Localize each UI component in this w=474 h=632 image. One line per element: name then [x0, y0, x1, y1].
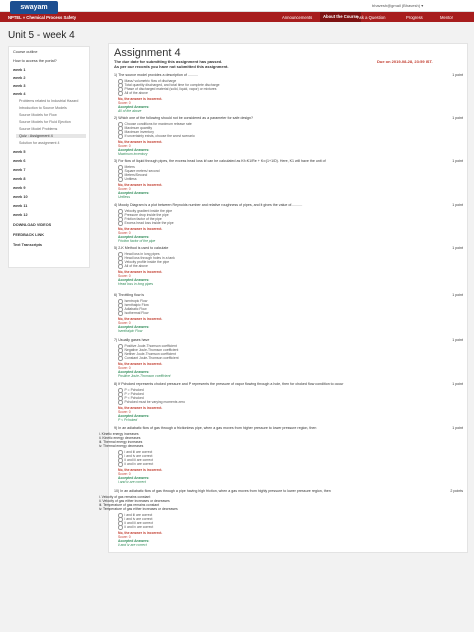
- sidebar-item-feedback-link[interactable]: FEEDBACK LINK: [13, 233, 44, 237]
- question-2-points: 1 point: [452, 116, 463, 120]
- nav-ask-question[interactable]: Ask a Question: [357, 15, 385, 20]
- question-6: 6) Throttling flow is: [114, 293, 145, 297]
- sidebar-item-source-models-flow[interactable]: Source Models for Flow: [19, 113, 57, 117]
- question-7-option-d[interactable]: Constant Joule-Thomson coefficient: [118, 356, 179, 361]
- question-9-option-d[interactable]: ii and iv are correct: [118, 462, 154, 467]
- question-7-points: 1 point: [452, 338, 463, 342]
- question-10-option-d[interactable]: ii and iv are correct: [118, 525, 154, 530]
- nav-mentor[interactable]: Mentor: [440, 15, 453, 20]
- nav-progress[interactable]: Progress: [406, 15, 423, 20]
- sidebar-header: Course outline: [13, 50, 38, 54]
- question-8-accepted-answer: P < Pchoked: [118, 418, 138, 422]
- question-3: 3) For flow of liquid through pipes, the…: [114, 159, 326, 163]
- user-menu[interactable]: bhavesh@gmail (Bhavesh) ▾: [372, 3, 423, 8]
- question-10-points: 2 points: [450, 489, 463, 493]
- question-4: 4) Moody Diagram is a plot between Reyno…: [114, 203, 303, 207]
- assignment-panel: Assignment 4 The due date for submitting…: [99, 43, 468, 553]
- sidebar-item-source-model-problems[interactable]: Source Model Problems: [19, 127, 57, 131]
- swayam-logo[interactable]: swayam: [10, 1, 58, 14]
- not-submitted-note: As per our records you have not submitte…: [114, 64, 229, 69]
- sidebar-item-portal[interactable]: How to access the portal?: [13, 59, 57, 63]
- question-1-accepted-answer: All of the above: [118, 109, 142, 113]
- sidebar-item-week5[interactable]: week 5: [13, 150, 25, 154]
- question-8: 8) If Pchoked represents choked pressure…: [114, 382, 344, 386]
- sidebar-item-solution-assignment4[interactable]: Solution for assignment 4: [19, 141, 60, 145]
- question-7-accepted-answer: Positive Joule-Thomson coefficient: [118, 374, 171, 378]
- sidebar-item-week11[interactable]: week 11: [13, 204, 27, 208]
- question-9: 9) In an adiabatic flow of gas through a…: [114, 426, 317, 430]
- sidebar-item-week9[interactable]: week 9: [13, 186, 25, 190]
- sidebar-item-intro-source-models[interactable]: Introduction to Source Models: [19, 106, 67, 110]
- question-6-points: 1 point: [452, 293, 463, 297]
- sidebar-item-week1[interactable]: week 1: [13, 68, 25, 72]
- sidebar-item-week10[interactable]: week 10: [13, 195, 28, 199]
- question-7: 7) Usually gases have: [114, 338, 150, 342]
- question-10-statement-4: iv. Temperature of gas either increases …: [99, 507, 178, 511]
- course-breadcrumb[interactable]: NPTEL » Chemical Process Safety: [8, 15, 76, 20]
- question-2-option-d[interactable]: If uncertainty exists, choose the worst …: [118, 134, 195, 139]
- due-date: Due on 2019-08-28, 23:59 IST.: [377, 59, 433, 64]
- question-3-option-d[interactable]: Unitless: [118, 177, 137, 182]
- sidebar-item-industrial-hazard[interactable]: Problems related to Industrial Hazard: [19, 99, 78, 103]
- top-bar: swayam bhavesh@gmail (Bhavesh) ▾: [0, 0, 474, 14]
- course-outline-sidebar: Course outline How to access the portal?…: [8, 46, 90, 268]
- sidebar-item-week8[interactable]: week 8: [13, 177, 25, 181]
- question-4-accepted-answer: Friction factor of the pipe: [118, 239, 156, 243]
- question-3-points: 1 point: [452, 159, 463, 163]
- sidebar-item-week12[interactable]: week 12: [13, 213, 28, 217]
- question-10: 10) In an adiabatic flow of gas through …: [114, 489, 331, 493]
- question-6-option-d[interactable]: Isothermal Flow: [118, 311, 149, 316]
- question-6-accepted-answer: Isenthalpic Flow: [118, 329, 143, 333]
- nav-about-course[interactable]: About the Course: [320, 12, 362, 22]
- question-5-option-d[interactable]: All of the above: [118, 264, 148, 269]
- question-1-option-d[interactable]: All of the above: [118, 91, 148, 96]
- question-8-points: 1 point: [452, 382, 463, 386]
- question-5: 5) 2-K Method is used to calculate: [114, 246, 169, 250]
- question-8-option-d[interactable]: Pchoked must be varying moments zero: [118, 400, 186, 405]
- sidebar-item-week7[interactable]: week 7: [13, 168, 25, 172]
- sidebar-item-week2[interactable]: week 2: [13, 76, 25, 80]
- sidebar-item-download-videos[interactable]: DOWNLOAD VIDEOS: [13, 223, 51, 227]
- course-nav-bar: NPTEL » Chemical Process Safety Announce…: [0, 12, 474, 22]
- question-1: 1) The source model provides a descripti…: [114, 73, 198, 77]
- question-9-points: 1 point: [452, 426, 463, 430]
- question-5-points: 1 point: [452, 246, 463, 250]
- sidebar-item-week4[interactable]: week 4: [13, 92, 25, 96]
- sidebar-item-quiz-assignment4[interactable]: Quiz : Assignment 4: [16, 134, 86, 138]
- question-4-points: 1 point: [452, 203, 463, 207]
- sidebar-item-text-transcripts[interactable]: Text Transcripts: [13, 243, 42, 247]
- question-4-option-d[interactable]: Excess head loss inside the pipe: [118, 221, 174, 226]
- sidebar-item-week3[interactable]: week 3: [13, 84, 25, 88]
- question-9-accepted-answer: i and iv are correct: [118, 480, 146, 484]
- page-title: Unit 5 - week 4: [8, 30, 75, 41]
- sidebar-item-week6[interactable]: week 6: [13, 159, 25, 163]
- question-5-accepted-answer: Head loss in long pipes: [118, 282, 154, 286]
- question-2-accepted-answer: Maximum inventory: [118, 152, 148, 156]
- question-10-accepted-answer: ii and iv are correct: [118, 543, 147, 547]
- question-3-accepted-answer: Unitless: [118, 195, 131, 199]
- question-9-statement-4: iv. Thermal energy decreases: [99, 444, 144, 448]
- question-1-points: 1 point: [452, 73, 463, 77]
- sidebar-item-source-models-fluid[interactable]: Source Models for Fluid Ejection: [19, 120, 71, 124]
- nav-announcements[interactable]: Announcements: [282, 15, 312, 20]
- question-2: 2) Which one of the following should not…: [114, 116, 254, 120]
- assignment-title: Assignment 4: [114, 47, 181, 59]
